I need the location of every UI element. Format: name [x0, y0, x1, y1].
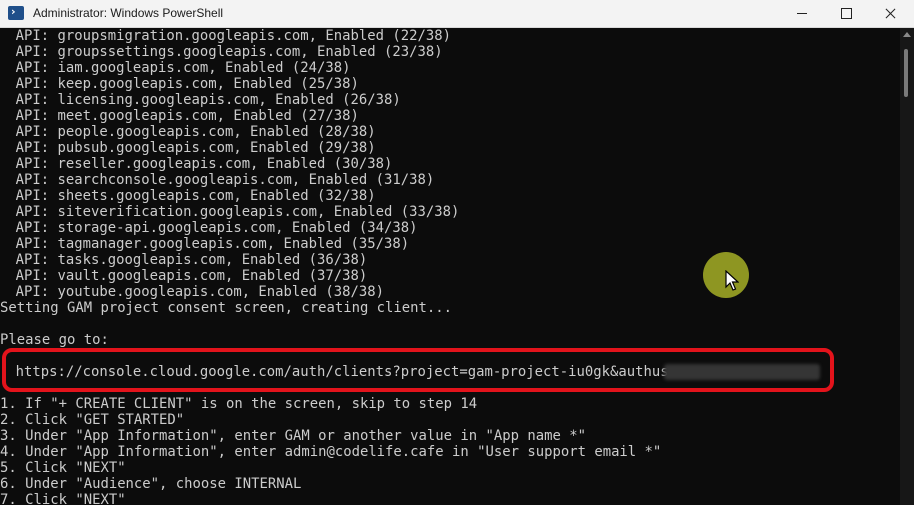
console-line: API: sheets.googleapis.com, Enabled (32/…	[15, 188, 376, 204]
console-line: API: people.googleapis.com, Enabled (28/…	[15, 124, 376, 140]
console-output[interactable]: API: groupsmigration.googleapis.com, Ena…	[0, 28, 900, 505]
console-line: 7. Click "NEXT"	[0, 492, 126, 505]
title-bar: › Administrator: Windows PowerShell	[0, 0, 914, 28]
console-line: Please go to:	[0, 332, 109, 348]
console-line: 1. If "+ CREATE CLIENT" is on the screen…	[0, 396, 478, 412]
console-line: API: keep.googleapis.com, Enabled (25/38…	[15, 76, 359, 92]
console-line: 4. Under "App Information", enter admin@…	[0, 444, 662, 460]
console-line: API: youtube.googleapis.com, Enabled (38…	[15, 284, 385, 300]
console-line: API: tasks.googleapis.com, Enabled (36/3…	[15, 252, 368, 268]
console-line: API: licensing.googleapis.com, Enabled (…	[15, 92, 401, 108]
scroll-up-arrow-icon[interactable]	[903, 32, 911, 37]
url-highlight-box	[2, 348, 834, 392]
console-line: API: groupsmigration.googleapis.com, Ena…	[15, 28, 451, 44]
console-line: Setting GAM project consent screen, crea…	[0, 300, 453, 316]
console-line: API: pubsub.googleapis.com, Enabled (29/…	[15, 140, 376, 156]
console-line: API: tagmanager.googleapis.com, Enabled …	[15, 236, 410, 252]
console-line: API: reseller.googleapis.com, Enabled (3…	[15, 156, 393, 172]
maximize-button[interactable]	[824, 0, 868, 27]
console-line: API: meet.googleapis.com, Enabled (27/38…	[15, 108, 359, 124]
powershell-icon: ›	[8, 5, 24, 20]
window-title: Administrator: Windows PowerShell	[33, 6, 224, 20]
close-button[interactable]	[868, 0, 912, 27]
console-line: API: iam.googleapis.com, Enabled (24/38)	[15, 60, 351, 76]
console-line: 6. Under "Audience", choose INTERNAL	[0, 476, 302, 492]
minimize-button[interactable]	[780, 0, 824, 27]
console-line: 5. Click "NEXT"	[0, 460, 126, 476]
scrollbar-thumb[interactable]	[904, 49, 908, 97]
console-line: API: vault.googleapis.com, Enabled (37/3…	[15, 268, 368, 284]
mouse-pointer-icon	[725, 270, 739, 291]
console-line: 3. Under "App Information", enter GAM or…	[0, 428, 586, 444]
console-line: API: siteverification.googleapis.com, En…	[15, 204, 460, 220]
console-line: API: storage-api.googleapis.com, Enabled…	[15, 220, 418, 236]
console-line: API: groupssettings.googleapis.com, Enab…	[15, 44, 443, 60]
console-line: 2. Click "GET STARTED"	[0, 412, 185, 428]
vertical-scrollbar[interactable]	[900, 28, 914, 505]
console-line: API: searchconsole.googleapis.com, Enabl…	[15, 172, 435, 188]
